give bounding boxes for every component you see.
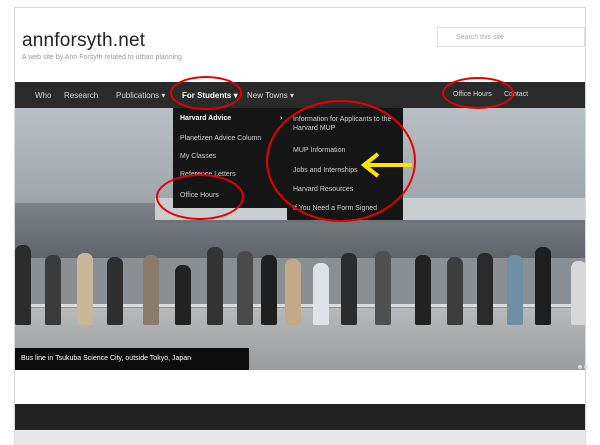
menu-item-office-hours[interactable]: Office Hours — [180, 192, 219, 199]
nav-item-office-hours[interactable]: Office Hours — [453, 91, 492, 98]
menu-item-my-classes[interactable]: My Classes — [180, 153, 216, 160]
nav-item-for-students[interactable]: For Students ▾ — [182, 91, 238, 100]
site-title[interactable]: annforsyth.net — [22, 30, 145, 52]
nav-item-contact[interactable]: Contact — [504, 91, 528, 98]
hero-caption: Bus line in Tsukuba Science City, outsid… — [15, 348, 249, 370]
submenu-item-applicants[interactable]: Information for Applicants to the Harvar… — [293, 115, 397, 133]
site-tagline: A web site by Ann Forsyth related to urb… — [22, 54, 182, 61]
footer-band — [15, 404, 585, 430]
menu-item-reference-letters[interactable]: Reference Letters — [180, 171, 236, 178]
submenu-item-form-signed[interactable]: If You Need a Form Signed — [293, 204, 397, 213]
nav-item-who[interactable]: Who — [35, 91, 51, 100]
students-dropdown: Harvard Advice › Planetizen Advice Column… — [173, 108, 288, 208]
chevron-down-icon: ▾ — [233, 91, 238, 100]
footer-strip — [15, 430, 585, 445]
menu-item-harvard-advice[interactable]: Harvard Advice › — [180, 115, 282, 122]
search-input[interactable]: Search this site — [437, 27, 585, 47]
nav-item-publications[interactable]: Publications ▾ — [116, 91, 165, 100]
slider-dots[interactable] — [578, 356, 592, 369]
chevron-down-icon: ▾ — [290, 91, 295, 100]
arrow-left-icon — [360, 152, 412, 178]
submenu-item-resources[interactable]: Harvard Resources — [293, 185, 397, 194]
main-nav: Who Research Publications ▾ For Students… — [15, 82, 585, 108]
chevron-right-icon: › — [280, 115, 283, 122]
menu-item-planetizen[interactable]: Planetizen Advice Column — [180, 135, 261, 142]
nav-item-research[interactable]: Research — [64, 91, 98, 100]
nav-item-new-towns[interactable]: New Towns ▾ — [247, 91, 294, 100]
chevron-down-icon: ▾ — [161, 91, 166, 100]
